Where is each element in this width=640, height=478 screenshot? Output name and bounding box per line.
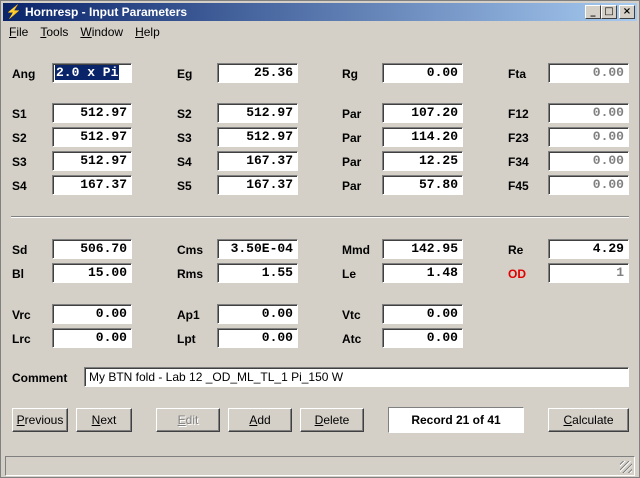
s3b-label: S3 [12,155,27,169]
f45-label: F45 [508,179,529,193]
f34-field[interactable]: 0.00 [548,151,629,171]
section-divider [11,216,629,218]
atc-label: Atc [342,332,362,346]
par3-label: Par [342,155,362,169]
s5-field[interactable]: 167.37 [217,175,298,195]
comment-label: Comment [12,371,68,385]
lpt-label: Lpt [177,332,196,346]
lightning-icon: ⚡ [5,4,23,19]
atc-field[interactable]: 0.00 [382,328,463,348]
par1-field[interactable]: 107.20 [382,103,463,123]
fta-label: Fta [508,67,526,81]
s2-label: S2 [177,107,192,121]
close-button[interactable]: × [619,5,635,19]
vtc-field[interactable]: 0.00 [382,304,463,324]
lpt-field[interactable]: 0.00 [217,328,298,348]
resize-grip-icon[interactable] [620,461,632,473]
s3b-field[interactable]: 512.97 [52,151,132,171]
title-bar[interactable]: ⚡ Hornresp - Input Parameters _ □ × [3,3,637,21]
menu-help[interactable]: Help [129,25,166,39]
vrc-field[interactable]: 0.00 [52,304,132,324]
cms-label: Cms [177,243,204,257]
le-field[interactable]: 1.48 [382,263,463,283]
par1-label: Par [342,107,362,121]
rg-label: Rg [342,67,358,81]
mmd-label: Mmd [342,243,370,257]
f45-field[interactable]: 0.00 [548,175,629,195]
f23-label: F23 [508,131,529,145]
previous-button[interactable]: Previous [12,408,68,432]
le-label: Le [342,267,357,281]
calculate-button[interactable]: Calculate [548,408,629,432]
rms-field[interactable]: 1.55 [217,263,298,283]
status-bar [5,456,635,476]
ang-field[interactable]: 2.0 x Pi [52,63,132,83]
re-field[interactable]: 4.29 [548,239,629,259]
bl-field[interactable]: 15.00 [52,263,132,283]
bl-label: Bl [12,267,24,281]
delete-button[interactable]: Delete [300,408,364,432]
s3-field[interactable]: 512.97 [217,127,298,147]
ap1-field[interactable]: 0.00 [217,304,298,324]
record-indicator: Record 21 of 41 [388,407,524,433]
sd-field[interactable]: 506.70 [52,239,132,259]
s3-label: S3 [177,131,192,145]
s4-field[interactable]: 167.37 [217,151,298,171]
s1-label: S1 [12,107,27,121]
sd-label: Sd [12,243,28,257]
f12-label: F12 [508,107,529,121]
mmd-field[interactable]: 142.95 [382,239,463,259]
par2-label: Par [342,131,362,145]
fta-field[interactable]: 0.00 [548,63,629,83]
s4b-label: S4 [12,179,27,193]
menu-tools[interactable]: Tools [34,25,74,39]
s2-field[interactable]: 512.97 [217,103,298,123]
menu-file[interactable]: File [3,25,34,39]
add-button[interactable]: Add [228,408,292,432]
rms-label: Rms [177,267,204,281]
edit-button[interactable]: Edit [156,408,220,432]
re-label: Re [508,243,524,257]
par3-field[interactable]: 12.25 [382,151,463,171]
s2b-label: S2 [12,131,27,145]
window-title: Hornresp - Input Parameters [25,5,188,19]
f23-field[interactable]: 0.00 [548,127,629,147]
eg-label: Eg [177,67,193,81]
ap1-label: Ap1 [177,308,200,322]
rg-field[interactable]: 0.00 [382,63,463,83]
s2b-field[interactable]: 512.97 [52,127,132,147]
main-window: ⚡ Hornresp - Input Parameters _ □ × File… [0,0,640,478]
maximize-button[interactable]: □ [601,5,617,19]
par4-field[interactable]: 57.80 [382,175,463,195]
od-label: OD [508,267,526,281]
vrc-label: Vrc [12,308,31,322]
minimize-button[interactable]: _ [585,5,601,19]
ang-label: Ang [12,67,36,81]
f34-label: F34 [508,155,529,169]
eg-field[interactable]: 25.36 [217,63,298,83]
f12-field[interactable]: 0.00 [548,103,629,123]
menu-bar: File Tools Window Help [3,22,637,42]
lrc-label: Lrc [12,332,31,346]
s5-label: S5 [177,179,192,193]
od-field[interactable]: 1 [548,263,629,283]
s4b-field[interactable]: 167.37 [52,175,132,195]
lrc-field[interactable]: 0.00 [52,328,132,348]
menu-window[interactable]: Window [74,25,129,39]
comment-field[interactable]: My BTN fold - Lab 12 _OD_ML_TL_1 Pi_150 … [84,367,629,387]
next-button[interactable]: Next [76,408,132,432]
cms-field[interactable]: 3.50E-04 [217,239,298,259]
par2-field[interactable]: 114.20 [382,127,463,147]
s4-label: S4 [177,155,192,169]
par4-label: Par [342,179,362,193]
vtc-label: Vtc [342,308,361,322]
s1-field[interactable]: 512.97 [52,103,132,123]
